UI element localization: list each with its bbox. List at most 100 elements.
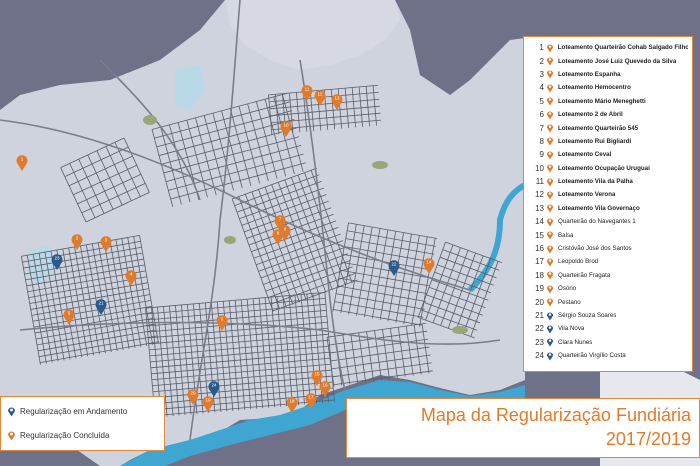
legend-item: 21 Sérgio Souza Soares xyxy=(524,309,688,322)
legend-number: 12 xyxy=(535,190,544,200)
legend-item: 12 Loteamento Verona xyxy=(524,188,688,201)
legend-number: 17 xyxy=(535,257,544,267)
legend-number: 7 xyxy=(539,123,544,133)
pin-orange-icon xyxy=(8,431,15,441)
legend-item: 23 Clara Nunes xyxy=(524,336,688,349)
map-stage: 1 2 3 4 5 6 7 8 9 10 11 12 13 14 15 16 17 18 19 20 21 22 23 24 … xyxy=(0,0,700,466)
status-legend: Regularização em Andamento Regularização… xyxy=(0,396,165,451)
legend-label: Loteamento Vila Governaço xyxy=(558,204,640,212)
legend-item: 3 Loteamento Espanha xyxy=(524,68,688,81)
legend-item: 4 Loteamento Hemocentro xyxy=(524,81,688,94)
marker-number: 15 xyxy=(314,372,320,377)
status-concluida-label: Regularização Concluída xyxy=(20,431,110,440)
legend-label: Loteamento Ocupação Uruguai xyxy=(558,164,650,172)
legend-label: Loteamento Vila da Palha xyxy=(558,178,633,186)
pin-icon xyxy=(546,298,554,307)
pin-icon xyxy=(546,218,554,227)
legend-item: 20 Pestano xyxy=(524,295,688,308)
legend-number: 15 xyxy=(535,230,544,240)
legend-label: Sérgio Souza Soares xyxy=(558,312,617,319)
legend-item: 9 Loteamento Ceval xyxy=(524,148,688,161)
marker-number: 18 xyxy=(289,399,295,404)
legend-label: Loteamento Mário Meneghetti xyxy=(558,97,646,105)
pin-icon xyxy=(546,111,554,120)
legend-item: 5 Loteamento Mário Meneghetti xyxy=(524,95,688,108)
marker-number: 10 xyxy=(283,123,289,128)
legend-label: Loteamento Quarteirão Cohab Salgado Filh… xyxy=(557,44,688,52)
legend-item: 8 Loteamento Rui Bigliardi xyxy=(524,135,688,148)
legend-item: 10 Loteamento Ocupação Uruguai xyxy=(524,162,688,175)
legend-item: 13 Loteamento Vila Governaço xyxy=(524,202,688,215)
legend-label: Loteamento José Luiz Quevedo da Silva xyxy=(558,57,677,65)
legend-number: 6 xyxy=(539,110,544,120)
legend-label: Clara Nunes xyxy=(558,338,593,346)
pin-icon xyxy=(546,285,554,294)
pin-icon xyxy=(546,44,553,53)
pin-icon xyxy=(546,338,554,347)
legend-number: 16 xyxy=(535,244,544,254)
pin-blue-icon xyxy=(8,407,15,417)
pin-icon xyxy=(546,57,554,66)
pin-icon xyxy=(546,231,554,240)
marker-number: 13 xyxy=(334,96,340,101)
marker-number: 17 xyxy=(308,395,314,400)
legend-item: 24 Quarteirão Virgílio Costa xyxy=(524,349,688,362)
status-andamento-label: Regularização em Andamento xyxy=(20,407,128,416)
pin-icon xyxy=(546,191,554,200)
legend-number: 14 xyxy=(535,217,544,227)
legend-label: Vila Nova xyxy=(558,325,585,333)
legend-number: 21 xyxy=(535,311,544,320)
legend-item: 2 Loteamento José Luiz Quevedo da Silva xyxy=(524,54,688,67)
pin-icon xyxy=(546,204,554,213)
map-year: 2017/2019 xyxy=(605,429,691,449)
legend-number: 19 xyxy=(535,284,544,294)
legend-label: Quarteirão Fragata xyxy=(558,271,611,279)
pin-icon xyxy=(546,311,554,320)
legend-number: 13 xyxy=(535,203,544,213)
marker-number: 22 xyxy=(391,262,397,267)
legend-label: Quarteirão do Navegantes 1 xyxy=(558,218,636,226)
legend-item: 6 Loteamento 2 de Abril xyxy=(524,108,688,121)
legend-label: Loteamento Verona xyxy=(558,191,616,199)
pin-icon xyxy=(546,244,554,253)
legend-item: 15 Balsa xyxy=(524,228,688,241)
marker-number: 19 xyxy=(205,398,211,403)
legend-label: Loteamento Hemocentro xyxy=(558,84,631,92)
marker-number: 16 xyxy=(322,383,328,388)
legend-number: 9 xyxy=(539,150,544,160)
legend-label: Quarteirão Virgílio Costa xyxy=(558,352,626,360)
marker-number: 24 xyxy=(211,383,217,388)
legend-number: 22 xyxy=(535,324,544,334)
pin-icon xyxy=(546,97,554,106)
legend-number: 20 xyxy=(535,297,544,307)
pin-icon xyxy=(546,151,554,160)
pin-icon xyxy=(546,325,554,334)
legend-number: 18 xyxy=(535,270,544,280)
pin-icon xyxy=(546,84,554,93)
legend-label: Loteamento 2 de Abril xyxy=(558,111,623,119)
map-title: Mapa da Regularização Fundiária xyxy=(420,405,691,425)
marker-number: 23 xyxy=(54,256,60,261)
legend-item: 11 Loteamento Vila da Palha xyxy=(524,175,688,188)
marker-number: 20 xyxy=(190,391,196,396)
status-concluida: Regularização Concluída xyxy=(7,430,109,441)
pin-icon xyxy=(546,124,554,133)
pin-icon xyxy=(546,271,554,280)
legend-label: Leopoldo Brod xyxy=(558,258,599,266)
legend-item: 18 Quarteirão Fragata xyxy=(524,269,688,282)
legend-number: 1 xyxy=(539,43,544,53)
pin-icon xyxy=(546,178,554,187)
legend-label: Loteamento Rui Bigliardi xyxy=(558,137,632,145)
numbered-legend: 1 Loteamento Quarteirão Cohab Salgado Fil… xyxy=(523,36,693,372)
legend-label: Loteamento Espanha xyxy=(558,70,621,78)
legend-number: 2 xyxy=(539,56,544,66)
legend-item: 19 Osório xyxy=(524,282,688,295)
legend-label: Loteamento Ceval xyxy=(558,151,612,159)
legend-label: Loteamento Quarteirão 545 xyxy=(558,124,639,132)
legend-item: 7 Loteamento Quarteirão 545 xyxy=(524,121,688,134)
marker-number: 14 xyxy=(426,260,432,265)
pin-icon xyxy=(546,352,554,361)
legend-item: 17 Leopoldo Brod xyxy=(524,255,688,268)
status-andamento: Regularização em Andamento xyxy=(7,406,127,417)
pin-icon xyxy=(546,164,554,173)
